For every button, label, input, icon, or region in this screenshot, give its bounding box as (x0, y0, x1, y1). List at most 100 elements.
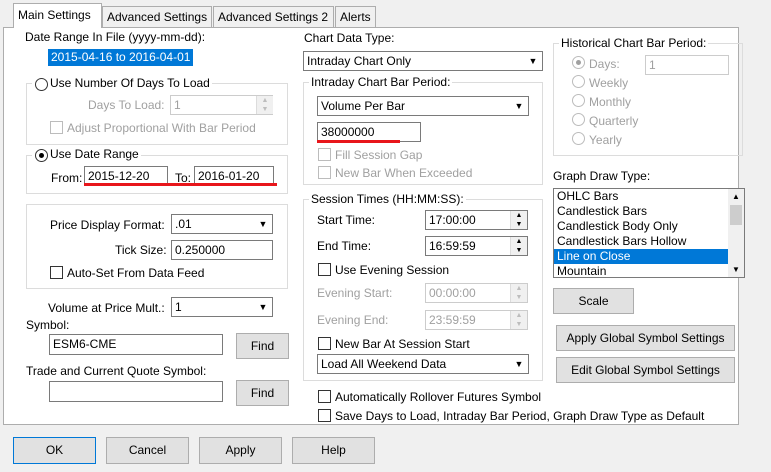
new-bar-exceeded-checkbox[interactable] (318, 166, 331, 179)
adjust-proportional-checkbox[interactable] (50, 121, 63, 134)
list-item[interactable]: OHLC Bars (554, 189, 744, 204)
save-default-checkbox[interactable] (318, 409, 331, 422)
dropdown-arrow-icon[interactable]: ▼ (511, 98, 527, 114)
intraday-amount-underline (317, 140, 400, 143)
auto-set-checkbox[interactable] (50, 266, 63, 279)
help-button[interactable]: Help (292, 437, 375, 464)
symbol-label: Symbol: (26, 318, 70, 332)
tick-size-label: Tick Size: (115, 243, 167, 257)
tab-advanced-settings[interactable]: Advanced Settings (102, 6, 212, 27)
date-range-radio-label: Use Date Range (50, 147, 139, 161)
graph-draw-type-list[interactable]: OHLC Bars Candlestick Bars Candlestick B… (553, 188, 745, 278)
new-bar-session-label: New Bar At Session Start (335, 337, 470, 351)
intraday-amount-input[interactable]: 38000000 (317, 122, 421, 142)
ok-button[interactable]: OK (13, 437, 96, 464)
auto-set-label: Auto-Set From Data Feed (67, 266, 205, 280)
spin-down-icon[interactable]: ▼ (511, 246, 527, 255)
new-bar-session-checkbox[interactable] (318, 337, 331, 350)
weekend-data-select[interactable]: Load All Weekend Data ▼ (317, 354, 529, 374)
price-format-select[interactable]: .01 ▼ (171, 214, 273, 234)
fill-session-gap-label: Fill Session Gap (335, 148, 423, 162)
edit-global-settings-button[interactable]: Edit Global Symbol Settings (556, 357, 735, 383)
days-radio-row[interactable]: Use Number Of Days To Load (32, 76, 212, 90)
chart-data-type-value: Intraday Chart Only (307, 54, 412, 68)
tick-size-input[interactable]: 0.250000 (171, 240, 273, 260)
cancel-button[interactable]: Cancel (106, 437, 189, 464)
fill-session-gap-checkbox[interactable] (318, 148, 331, 161)
scale-button[interactable]: Scale (553, 288, 634, 314)
tab-main-settings[interactable]: Main Settings (13, 3, 102, 28)
chart-data-type-label: Chart Data Type: (304, 31, 395, 45)
spin-down-icon[interactable]: ▼ (257, 105, 273, 114)
days-to-load-spinner[interactable]: ▲ ▼ (256, 96, 273, 114)
intraday-type-select[interactable]: Volume Per Bar ▼ (317, 96, 529, 116)
spin-up-icon[interactable]: ▲ (511, 237, 527, 246)
spin-up-icon[interactable]: ▲ (511, 211, 527, 220)
spin-down-icon[interactable]: ▼ (511, 320, 527, 329)
volume-mult-select[interactable]: 1 ▼ (171, 297, 273, 317)
tab-alerts[interactable]: Alerts (335, 6, 376, 27)
list-item[interactable]: Candlestick Bars Hollow (554, 234, 744, 249)
volume-mult-label: Volume at Price Mult.: (48, 301, 165, 315)
start-time-spinner[interactable]: ▲ ▼ (510, 211, 527, 229)
list-item[interactable]: Mountain (554, 264, 744, 277)
historical-weekly-radio[interactable] (572, 75, 585, 88)
radio-selected-dot (576, 60, 581, 65)
adjust-proportional-label: Adjust Proportional With Bar Period (67, 121, 256, 135)
days-radio-label: Use Number Of Days To Load (50, 76, 210, 90)
historical-yearly-radio[interactable] (572, 132, 585, 145)
chart-data-type-select[interactable]: Intraday Chart Only ▼ (303, 51, 543, 71)
historical-monthly-label: Monthly (589, 95, 632, 109)
volume-mult-value: 1 (175, 300, 182, 314)
spin-up-icon[interactable]: ▲ (511, 311, 527, 320)
list-scrollbar[interactable]: ▲ ▼ (728, 189, 744, 277)
evening-start-spinner[interactable]: ▲ ▼ (510, 284, 527, 302)
apply-button[interactable]: Apply (199, 437, 282, 464)
list-item[interactable]: Candlestick Body Only (554, 219, 744, 234)
from-label: From: (51, 171, 83, 185)
new-bar-exceeded-label: New Bar When Exceeded (335, 166, 473, 180)
dropdown-arrow-icon[interactable]: ▼ (511, 356, 527, 372)
use-date-range-radio[interactable] (35, 149, 48, 162)
radio-selected-dot (39, 153, 44, 158)
symbol-find-button[interactable]: Find (236, 333, 289, 359)
historical-quarterly-radio[interactable] (572, 113, 585, 126)
end-time-spinner[interactable]: ▲ ▼ (510, 237, 527, 255)
spin-down-icon[interactable]: ▼ (511, 293, 527, 302)
historical-weekly-label: Weekly (589, 76, 629, 90)
spin-up-icon[interactable]: ▲ (511, 284, 527, 293)
trade-symbol-label: Trade and Current Quote Symbol: (26, 364, 207, 378)
intraday-period-label: Intraday Chart Bar Period: (309, 75, 453, 89)
rollover-checkbox[interactable] (318, 390, 331, 403)
list-item[interactable]: Candlestick Bars (554, 204, 744, 219)
end-time-label: End Time: (317, 239, 372, 253)
dropdown-arrow-icon[interactable]: ▼ (525, 53, 541, 69)
historical-monthly-radio[interactable] (572, 94, 585, 107)
spin-up-icon[interactable]: ▲ (257, 96, 273, 105)
trade-symbol-input[interactable] (49, 381, 223, 402)
graph-draw-type-label: Graph Draw Type: (553, 169, 651, 183)
date-range-radio-row[interactable]: Use Date Range (32, 147, 141, 161)
dropdown-arrow-icon[interactable]: ▼ (255, 299, 271, 315)
use-days-radio[interactable] (35, 78, 48, 91)
scroll-up-icon[interactable]: ▲ (728, 189, 744, 204)
scroll-thumb[interactable] (730, 205, 742, 225)
historical-days-input[interactable]: 1 (645, 55, 729, 75)
historical-yearly-label: Yearly (589, 133, 622, 147)
tab-advanced-settings-2[interactable]: Advanced Settings 2 (213, 6, 334, 27)
dropdown-arrow-icon[interactable]: ▼ (255, 216, 271, 232)
days-to-load-label: Days To Load: (88, 98, 165, 112)
symbol-input[interactable]: ESM6-CME (49, 334, 223, 355)
price-format-label: Price Display Format: (50, 218, 165, 232)
spin-down-icon[interactable]: ▼ (511, 220, 527, 229)
evening-end-spinner[interactable]: ▲ ▼ (510, 311, 527, 329)
intraday-type-value: Volume Per Bar (321, 99, 406, 113)
apply-global-settings-button[interactable]: Apply Global Symbol Settings (556, 325, 735, 351)
historical-days-radio[interactable] (572, 56, 585, 69)
list-item-selected[interactable]: Line on Close (554, 249, 744, 264)
evening-session-checkbox[interactable] (318, 263, 331, 276)
trade-symbol-find-button[interactable]: Find (236, 380, 289, 406)
evening-start-label: Evening Start: (317, 286, 393, 300)
scroll-down-icon[interactable]: ▼ (728, 262, 744, 277)
date-range-underline (84, 183, 277, 186)
